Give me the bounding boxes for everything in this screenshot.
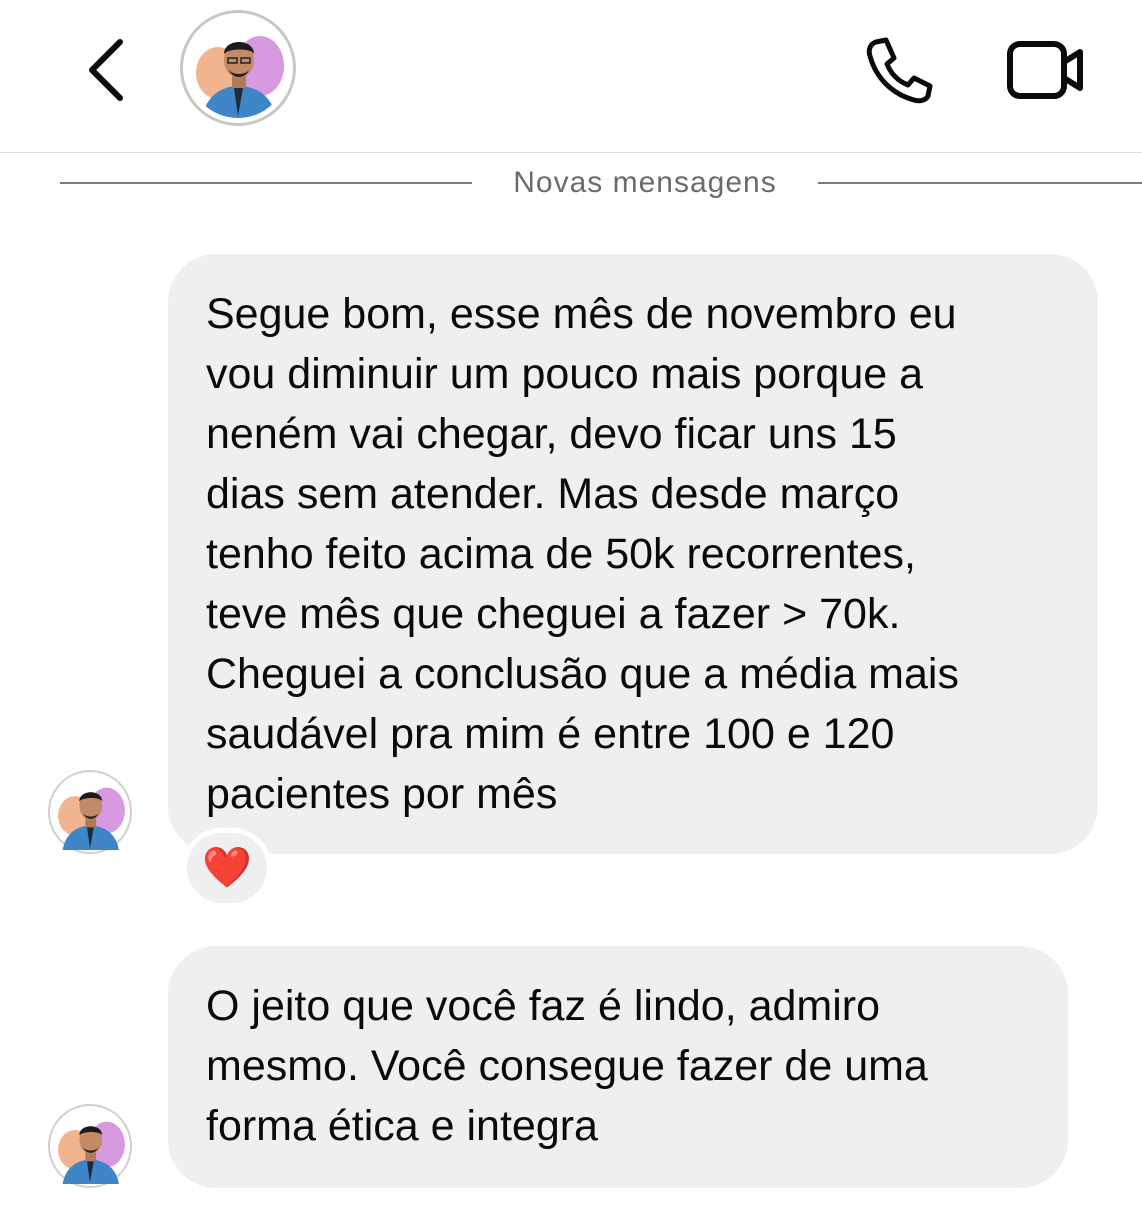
- avatar-photo: [52, 774, 128, 850]
- chevron-left-icon: [89, 39, 123, 101]
- audio-call-button[interactable]: [858, 30, 938, 110]
- heart-reaction[interactable]: ❤️: [182, 828, 272, 908]
- video-camera-icon: [1007, 41, 1083, 99]
- new-messages-divider: Novas mensagens: [0, 160, 1142, 208]
- sender-avatar[interactable]: [48, 770, 132, 854]
- divider-line: [818, 182, 1142, 184]
- avatar-photo: [188, 18, 288, 118]
- message-bubble[interactable]: O jeito que você faz é lindo, admiro mes…: [168, 946, 1068, 1188]
- heart-icon: ❤️: [202, 846, 252, 890]
- back-button[interactable]: [78, 30, 138, 110]
- avatar-photo: [52, 1108, 128, 1184]
- message-bubble[interactable]: Segue bom, esse mês de novembro eu vou d…: [168, 254, 1098, 854]
- divider-label: Novas mensagens: [513, 166, 777, 199]
- phone-icon: [866, 37, 933, 104]
- contact-avatar[interactable]: [180, 10, 296, 126]
- sender-avatar[interactable]: [48, 1104, 132, 1188]
- divider-line: [60, 182, 472, 184]
- chat-header: [0, 0, 1142, 153]
- video-call-button[interactable]: [1000, 30, 1090, 110]
